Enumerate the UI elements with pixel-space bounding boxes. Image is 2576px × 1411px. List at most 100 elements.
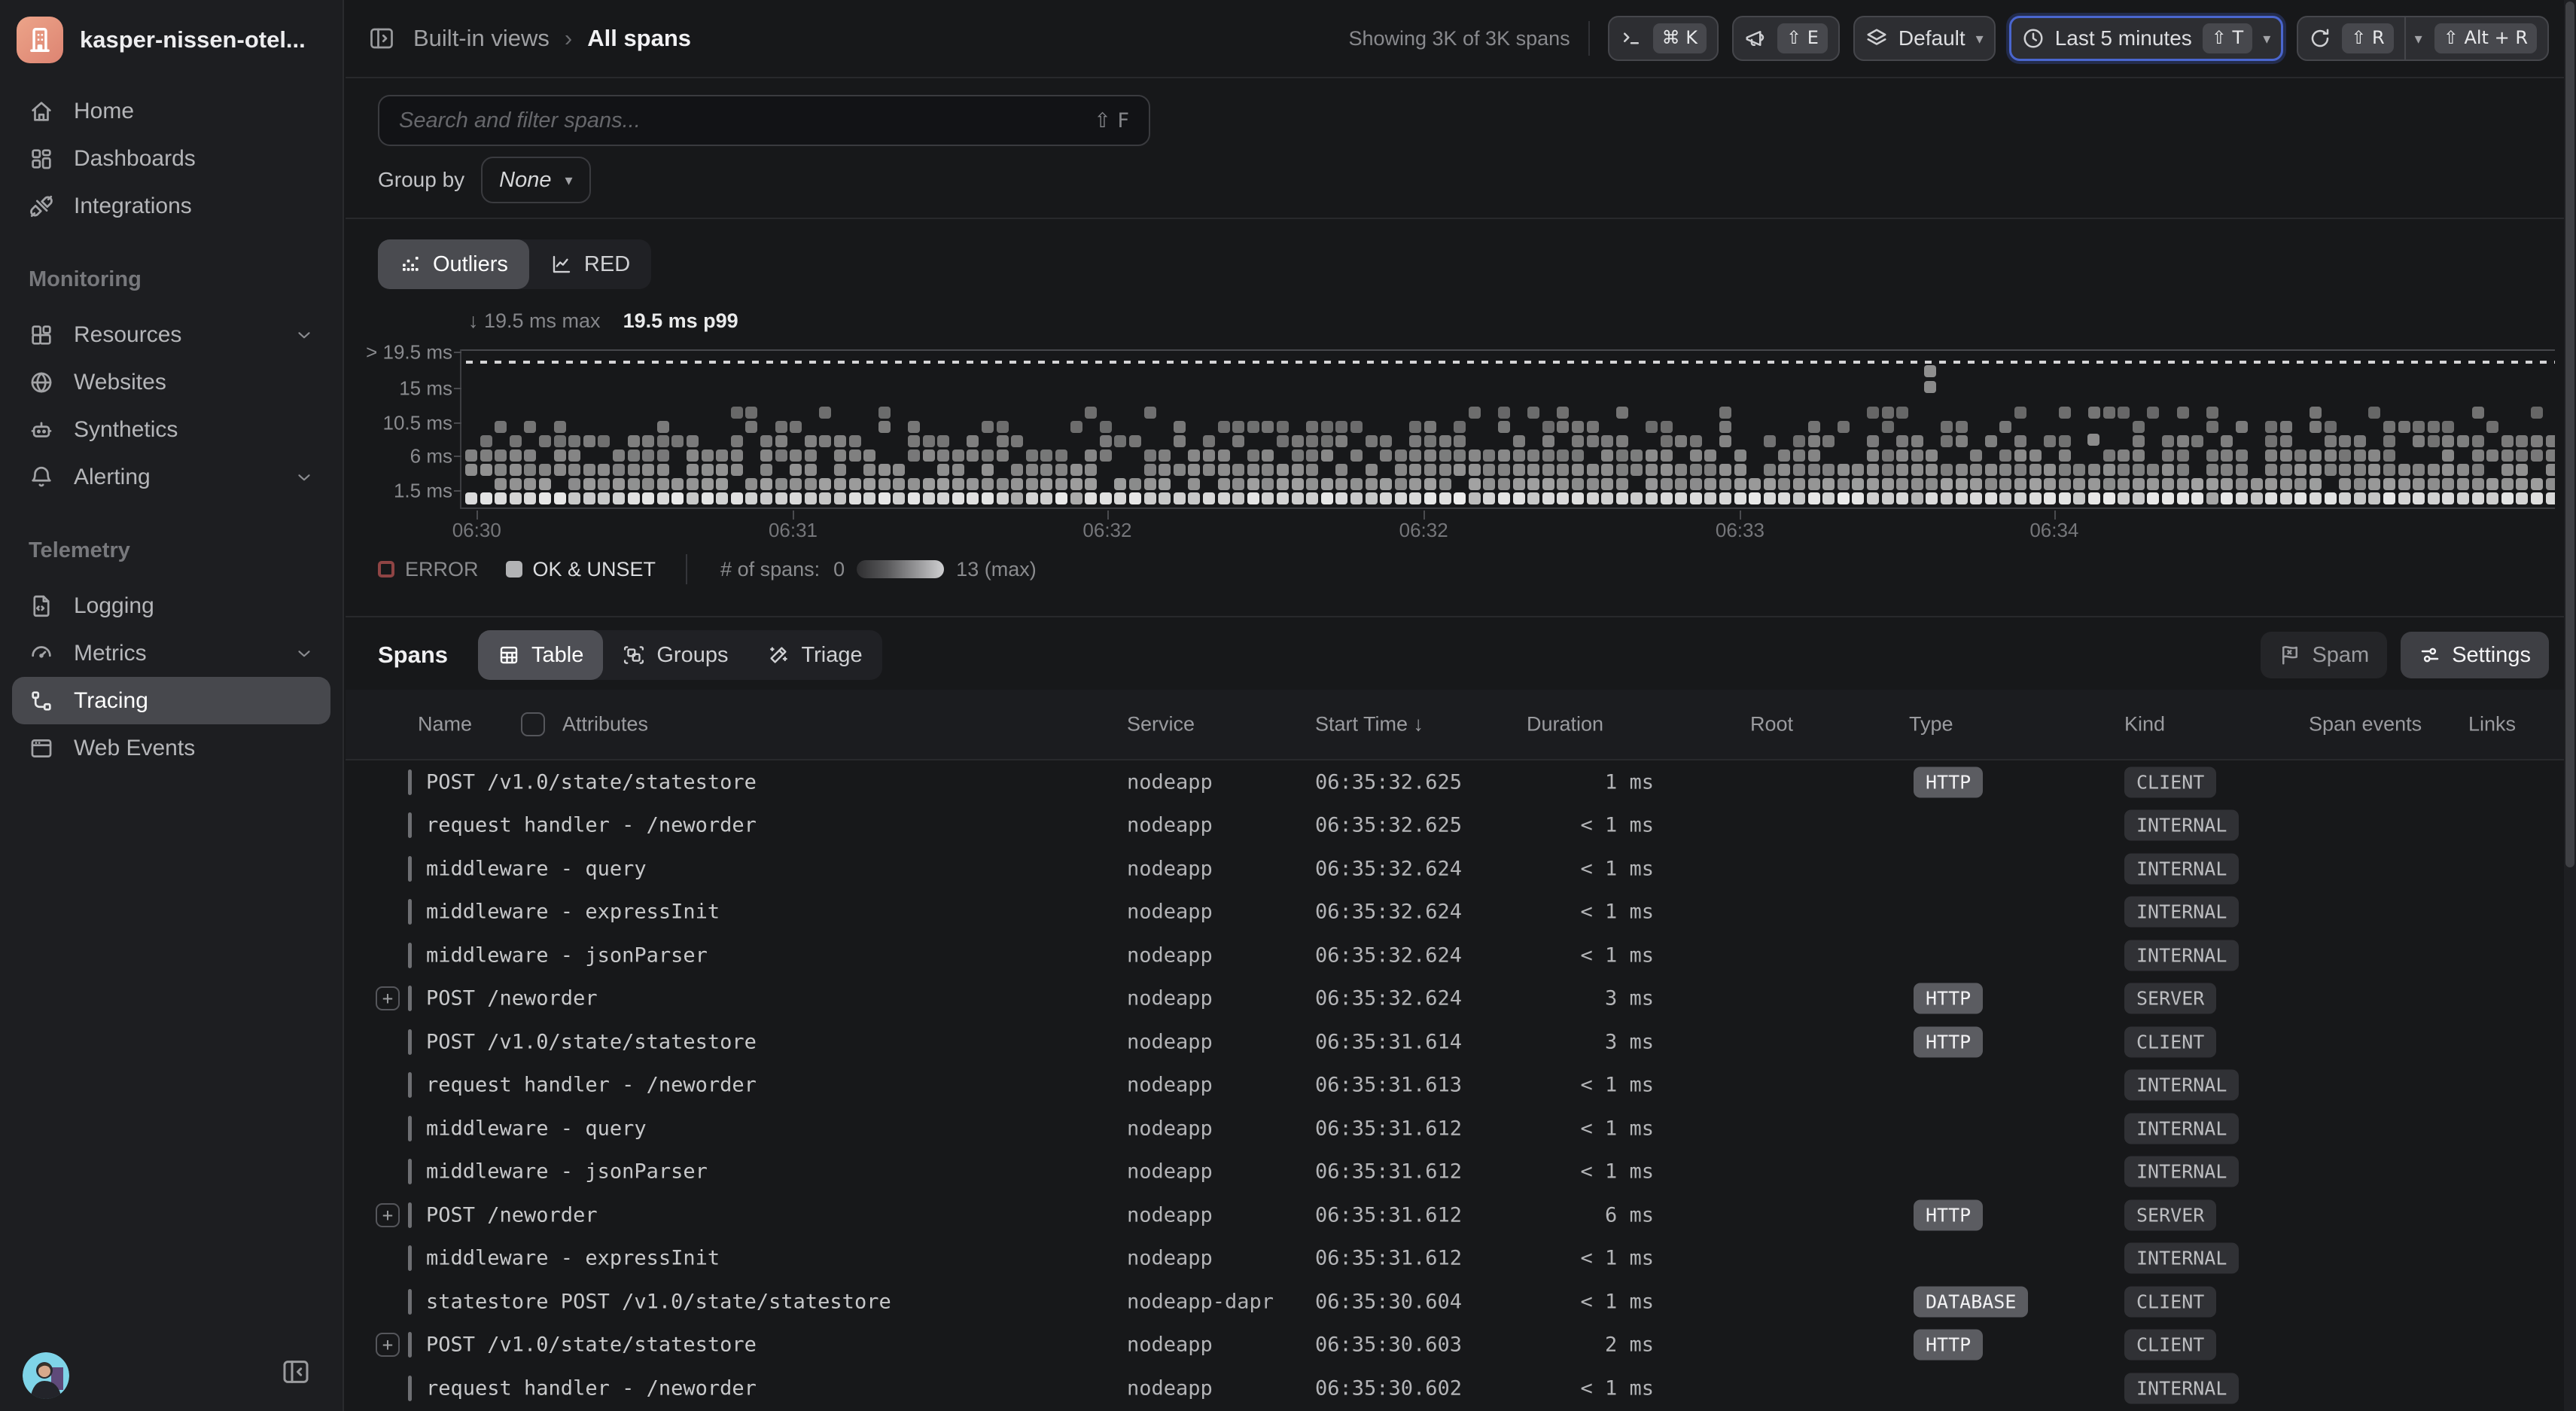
sidebar-item-dashboards[interactable]: Dashboards [12, 135, 330, 182]
heatmap-cell [1616, 478, 1628, 490]
spans-tab-triage[interactable]: Triage [748, 630, 882, 680]
heatmap-cell [2546, 464, 2555, 476]
time-range-button[interactable]: Last 5 minutes ⇧ T ▾ [2009, 16, 2284, 61]
table-row[interactable]: middleware - expressInitnodeapp06:35:32.… [346, 891, 2576, 934]
sidebar-item-home[interactable]: Home [12, 87, 330, 135]
time-kbd: ⇧ T [2203, 23, 2252, 53]
announce-button[interactable]: ⇧ E [1732, 16, 1840, 61]
chart-tab-red[interactable]: RED [529, 239, 651, 289]
heatmap-cell [598, 464, 610, 476]
table-row[interactable]: request handler - /newordernodeapp06:35:… [346, 1064, 2576, 1108]
column-header-duration[interactable]: Duration [1527, 713, 1603, 736]
column-header-service[interactable]: Service [1127, 713, 1195, 736]
heatmap-cell [2339, 492, 2351, 504]
table-row[interactable]: middleware - jsonParsernodeapp06:35:32.6… [346, 934, 2576, 977]
attributes-checkbox[interactable] [521, 712, 545, 736]
spans-tab-table[interactable]: Table [478, 630, 603, 680]
sidebar-item-tracing[interactable]: Tracing [12, 677, 330, 724]
search-input[interactable]: Search and filter spans... ⇧ F [378, 95, 1150, 146]
expand-row-button[interactable]: + [376, 1203, 400, 1227]
spam-button[interactable]: Spam [2261, 632, 2387, 678]
auto-refresh-button[interactable]: ⇧ Alt + R [2431, 23, 2547, 53]
spans-tab-groups[interactable]: Groups [603, 630, 748, 680]
sidebar-item-web-events[interactable]: Web Events [12, 724, 330, 772]
table-row[interactable]: middleware - expressInitnodeapp06:35:31.… [346, 1237, 2576, 1281]
refresh-options-caret[interactable]: ▾ [2406, 29, 2431, 47]
table-row[interactable]: middleware - querynodeapp06:35:31.612< 1… [346, 1107, 2576, 1150]
sidebar-item-resources[interactable]: Resources [12, 311, 330, 358]
column-header-start-time[interactable]: Start Time ↓ [1315, 713, 1423, 736]
heatmap-cell [1100, 492, 1112, 504]
column-header-links[interactable]: Links [2468, 713, 2516, 736]
heatmap-cell [2383, 450, 2395, 462]
column-header-span-events[interactable]: Span events [2309, 713, 2422, 736]
heatmap-cell [1999, 421, 2011, 433]
user-avatar[interactable] [23, 1352, 69, 1399]
sidebar-collapse-icon[interactable] [278, 1354, 314, 1390]
heatmap-cell [760, 435, 772, 447]
heatmap-cell [1631, 492, 1643, 504]
heatmap-cell [583, 478, 595, 490]
heatmap-cell [1100, 450, 1112, 462]
heatmap-cell [1631, 450, 1643, 462]
sidebar-item-alerting[interactable]: Alerting [12, 453, 330, 501]
heatmap-cell [1513, 492, 1525, 504]
sidebar-item-synthetics[interactable]: Synthetics [12, 406, 330, 453]
kind-cell: INTERNAL [2124, 1248, 2239, 1269]
refresh-button[interactable]: ⇧ R [2298, 23, 2404, 53]
heatmap-cell [1542, 492, 1554, 504]
heatmap-cell [2059, 407, 2071, 419]
table-row[interactable]: POST /v1.0/state/statestorenodeapp06:35:… [346, 1020, 2576, 1064]
heatmap-cell [1424, 421, 1436, 433]
heatmap-cell [2029, 464, 2042, 476]
panel-toggle-icon[interactable] [368, 25, 395, 52]
heatmap-cell [1114, 478, 1126, 490]
table-row[interactable]: +POST /newordernodeapp06:35:31.6126 msHT… [346, 1193, 2576, 1237]
command-palette-button[interactable]: ⌘ K [1608, 16, 1719, 61]
service-cell: nodeapp [1127, 1030, 1213, 1053]
heatmap-cell [1306, 464, 1318, 476]
breadcrumb-parent[interactable]: Built-in views [413, 25, 550, 52]
table-row[interactable]: middleware - jsonParsernodeapp06:35:31.6… [346, 1150, 2576, 1194]
table-row[interactable]: +POST /newordernodeapp06:35:32.6243 msHT… [346, 977, 2576, 1021]
sidebar-item-logging[interactable]: Logging [12, 582, 330, 629]
table-row[interactable]: POST /v1.0/state/statestorenodeapp06:35:… [346, 760, 2576, 804]
table-row[interactable]: middleware - querynodeapp06:35:32.624< 1… [346, 847, 2576, 891]
expand-row-button[interactable]: + [376, 986, 400, 1010]
table-row[interactable]: request handler - /newordernodeapp06:35:… [346, 804, 2576, 848]
heatmap-cell [1026, 464, 1038, 476]
heatmap-cell [1616, 464, 1628, 476]
table-row[interactable]: statestore POST /v1.0/state/statestoreno… [346, 1280, 2576, 1324]
column-header-kind[interactable]: Kind [2124, 713, 2165, 736]
table-row[interactable]: request handler - /newordernodeapp06:35:… [346, 1367, 2576, 1410]
kind-cell: INTERNAL [2124, 944, 2239, 966]
span-name-cell: POST /neworder [426, 987, 598, 1010]
heatmap-cell [1439, 435, 1451, 447]
heatmap-cell [1395, 450, 1407, 462]
sidebar-item-integrations[interactable]: Integrations [12, 182, 330, 230]
workspace-switcher[interactable]: kasper-nissen-otel... [0, 0, 343, 81]
heatmap-cell [2236, 478, 2248, 490]
column-header-name[interactable]: Name [418, 713, 472, 736]
view-selector-button[interactable]: Default ▾ [1853, 16, 1996, 61]
scrollbar-thumb[interactable] [2565, 2, 2574, 867]
sidebar-section-heading: Telemetry [12, 528, 330, 573]
group-by-select[interactable]: None ▾ [481, 157, 590, 203]
heatmap-cell [1350, 478, 1363, 490]
heatmap-cell [1542, 464, 1554, 476]
kind-cell: CLIENT [2124, 1031, 2216, 1053]
settings-button[interactable]: Settings [2401, 632, 2549, 678]
sidebar-item-label: Integrations [74, 194, 192, 219]
heatmap-cell [2073, 492, 2085, 504]
showing-count: Showing 3K of 3K spans [1348, 27, 1570, 50]
heatmap-cell [790, 478, 802, 490]
table-row[interactable]: +POST /v1.0/state/statestorenodeapp06:35… [346, 1324, 2576, 1367]
sidebar-item-websites[interactable]: Websites [12, 358, 330, 406]
chart-tab-outliers[interactable]: Outliers [378, 239, 529, 289]
column-header-attributes[interactable]: Attributes [562, 713, 648, 736]
heatmap-cell [2354, 492, 2366, 504]
sidebar-item-metrics[interactable]: Metrics [12, 629, 330, 677]
column-header-root[interactable]: Root [1750, 713, 1793, 736]
column-header-type[interactable]: Type [1909, 713, 1953, 736]
expand-row-button[interactable]: + [376, 1333, 400, 1357]
